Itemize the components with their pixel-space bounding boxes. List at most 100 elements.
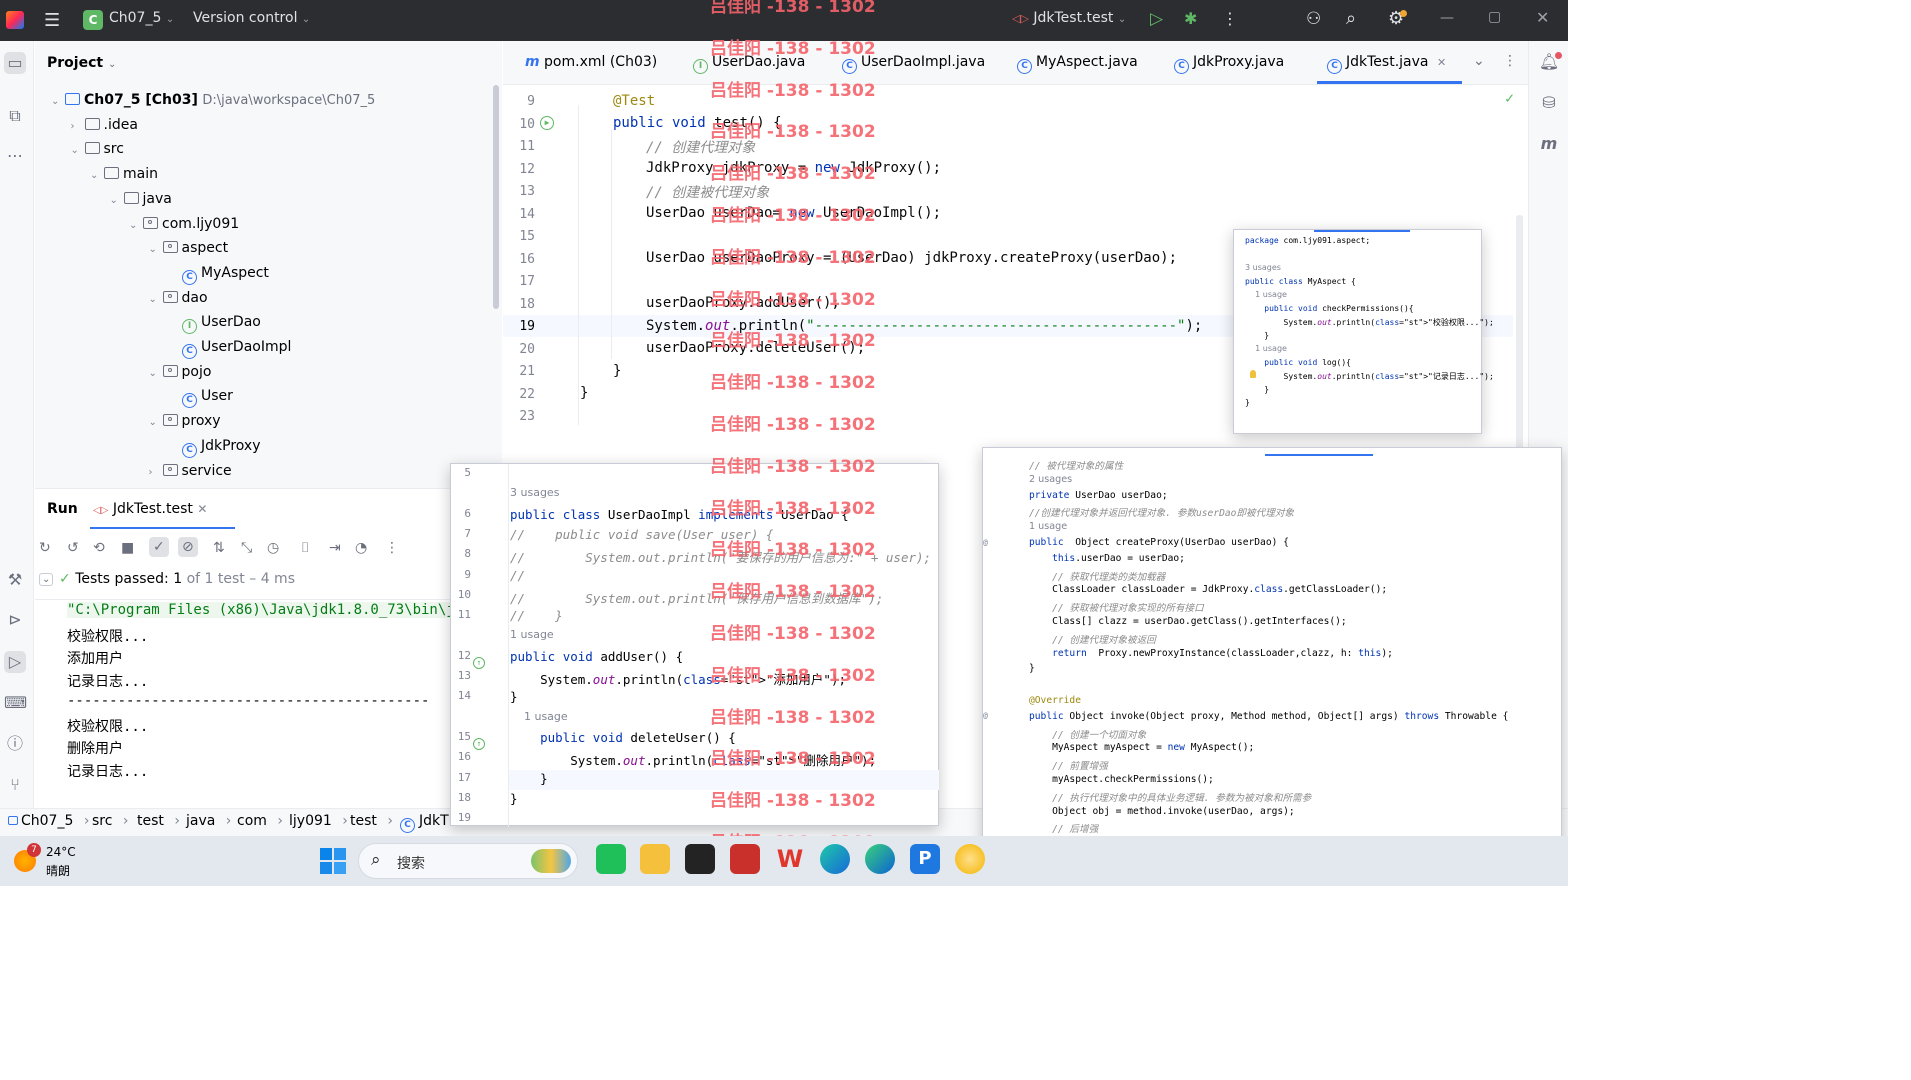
close-window-icon[interactable]: ✕: [1536, 8, 1549, 27]
chevron-down-icon[interactable]: ⌄: [149, 289, 163, 311]
chevron-down-icon[interactable]: ⌄: [51, 91, 65, 113]
chevron-down-icon[interactable]: ⌄: [71, 140, 85, 162]
git-icon[interactable]: ⑂: [4, 774, 26, 796]
implements-gutter-icon[interactable]: ↑: [473, 738, 485, 750]
maven-icon[interactable]: m: [1538, 133, 1560, 155]
pycharm-icon[interactable]: P: [910, 844, 940, 874]
tree-item[interactable]: ⌄ pojo: [149, 361, 212, 383]
rerun-icon[interactable]: ↻: [39, 540, 51, 556]
test-status[interactable]: ✓ Tests passed: 1 of 1 test – 4 ms: [59, 571, 295, 587]
popup-drag-handle[interactable]: [1265, 454, 1373, 456]
tabs-dropdown-icon[interactable]: ⌄: [1473, 53, 1485, 69]
tree-item[interactable]: C JdkProxy: [168, 435, 260, 458]
run-tab-jdktest[interactable]: ◁▷ JdkTest.test ✕: [93, 501, 207, 517]
intention-bulb-icon[interactable]: [1250, 370, 1256, 378]
run-config-selector[interactable]: ◁▷ JdkTest.test ⌄: [1012, 10, 1126, 26]
tree-item[interactable]: ⌄ aspect: [149, 237, 229, 259]
vcs-widget[interactable]: Version control ⌄: [193, 10, 310, 26]
collapse-icon[interactable]: ⤡: [241, 540, 252, 556]
close-tab-icon[interactable]: ✕: [1437, 56, 1446, 69]
taskbar-app-icon[interactable]: [685, 844, 715, 874]
coverage-icon[interactable]: ◔: [355, 540, 367, 556]
show-passed-icon[interactable]: ✓: [149, 537, 169, 557]
tree-item[interactable]: ⌄ com.ljy091: [129, 213, 239, 235]
breadcrumb-item[interactable]: java ›: [186, 813, 231, 829]
intellij-logo-icon[interactable]: [6, 11, 24, 29]
run-icon[interactable]: ▷: [1150, 9, 1163, 29]
add-user-icon[interactable]: ⚇: [1306, 9, 1321, 29]
restore-icon[interactable]: ▢: [1488, 9, 1501, 25]
tree-item[interactable]: ⌄ proxy: [149, 410, 221, 432]
toolbox-app-icon[interactable]: [730, 844, 760, 874]
tree-item[interactable]: ⌄ java: [110, 188, 172, 210]
tree-item[interactable]: › service: [149, 460, 232, 482]
stop-icon[interactable]: ■: [121, 540, 134, 556]
edge-ai-icon[interactable]: [820, 844, 850, 874]
chevron-down-icon[interactable]: ⌄: [90, 165, 104, 187]
chevron-right-icon[interactable]: ›: [149, 462, 163, 484]
chevron-down-icon[interactable]: ⌄: [149, 239, 163, 261]
tab-jdktest-java[interactable]: C JdkTest.java ✕: [1327, 54, 1446, 74]
history-icon[interactable]: ◷: [267, 540, 279, 556]
file-explorer-icon[interactable]: [640, 844, 670, 874]
tree-item[interactable]: C UserDaoImpl: [168, 336, 291, 359]
structure-icon[interactable]: ⧉: [4, 105, 26, 127]
run-tool-icon[interactable]: ▷: [4, 651, 26, 673]
breadcrumb-item[interactable]: ljy091 ›: [289, 813, 348, 829]
tab-myaspect-java[interactable]: C MyAspect.java: [1017, 54, 1138, 74]
tree-item[interactable]: ⌄ Ch07_5 [Ch03] D:\java\workspace\Ch07_5: [51, 89, 375, 111]
chevron-right-icon[interactable]: ›: [71, 116, 85, 138]
project-badge[interactable]: C: [83, 10, 103, 30]
database-icon[interactable]: ⛁: [1538, 92, 1560, 114]
project-panel-header[interactable]: Project ⌄: [47, 55, 116, 71]
tree-item[interactable]: C User: [168, 385, 233, 409]
chevron-down-icon[interactable]: ⌄: [129, 215, 143, 237]
taskbar-search[interactable]: ⌕ 搜索: [358, 843, 578, 879]
show-ignored-icon[interactable]: ⊘: [178, 537, 198, 557]
chevron-down-icon[interactable]: ⌄: [149, 412, 163, 434]
test-tree-collapse-icon[interactable]: ⌄: [39, 573, 54, 586]
project-view-icon[interactable]: ▭: [4, 52, 26, 74]
tree-item[interactable]: › .idea: [71, 114, 138, 136]
tab-jdkproxy-java[interactable]: C JdkProxy.java: [1174, 54, 1284, 74]
breadcrumb-item[interactable]: C JdkT: [400, 813, 449, 833]
editor-scrollbar[interactable]: [1516, 215, 1523, 485]
debug-icon[interactable]: ✱: [1184, 9, 1197, 28]
breadcrumb-item[interactable]: com ›: [237, 813, 283, 829]
breadcrumb-item[interactable]: Ch07_5 ›: [8, 813, 89, 829]
weather-condition[interactable]: 晴朗: [46, 862, 70, 879]
terminal-icon[interactable]: ⌨: [4, 692, 27, 714]
breadcrumb-item[interactable]: test ›: [137, 813, 180, 829]
build-hammer-icon[interactable]: ⚒: [4, 569, 26, 591]
services-icon[interactable]: ⊳: [4, 609, 26, 631]
app-icon[interactable]: [955, 844, 985, 874]
export-icon[interactable]: ⇥: [329, 540, 341, 556]
toggle-auto-test-icon[interactable]: ⟲: [93, 540, 105, 556]
minimize-icon[interactable]: —: [1440, 10, 1454, 26]
chevron-down-icon[interactable]: ⌄: [110, 190, 124, 212]
popup-jdkproxy[interactable]: @ @ // 被代理对象的属性 2 usages private UserDao u…: [982, 447, 1562, 886]
screenshot-icon[interactable]: ⌷: [301, 540, 309, 556]
more-actions-icon[interactable]: ⋮: [1222, 9, 1238, 28]
tab-pom-xml-ch03[interactable]: m pom.xml (Ch03): [525, 54, 657, 70]
tree-item[interactable]: ⌄ dao: [149, 287, 208, 309]
windows-start-icon[interactable]: [320, 848, 346, 874]
wps-office-icon[interactable]: W: [775, 844, 805, 874]
weather-temp[interactable]: 24°C: [46, 845, 76, 859]
more-tools-icon[interactable]: ⋯: [4, 145, 26, 167]
popup-myaspect[interactable]: package com.ljy091.aspect; 3 usages public…: [1233, 229, 1494, 434]
tree-item[interactable]: ⌄ src: [71, 138, 124, 160]
run-test-gutter-icon[interactable]: ▶: [540, 116, 554, 130]
problems-icon[interactable]: ⓘ: [4, 733, 26, 755]
main-menu-icon[interactable]: ☰: [44, 10, 60, 31]
chevron-down-icon[interactable]: ⌄: [149, 363, 163, 385]
project-switcher[interactable]: Ch07_5 ⌄: [109, 10, 174, 26]
edge-browser-icon[interactable]: [865, 844, 895, 874]
implements-gutter-icon[interactable]: ↑: [473, 657, 485, 669]
more-actions-icon[interactable]: ⋮: [1503, 53, 1517, 69]
tree-item[interactable]: I UserDao: [168, 311, 261, 335]
breadcrumb-item[interactable]: src ›: [92, 813, 129, 829]
tree-item[interactable]: ⌄ main: [90, 163, 158, 185]
close-tab-icon[interactable]: ✕: [197, 502, 207, 516]
breadcrumb-item[interactable]: test ›: [350, 813, 393, 829]
